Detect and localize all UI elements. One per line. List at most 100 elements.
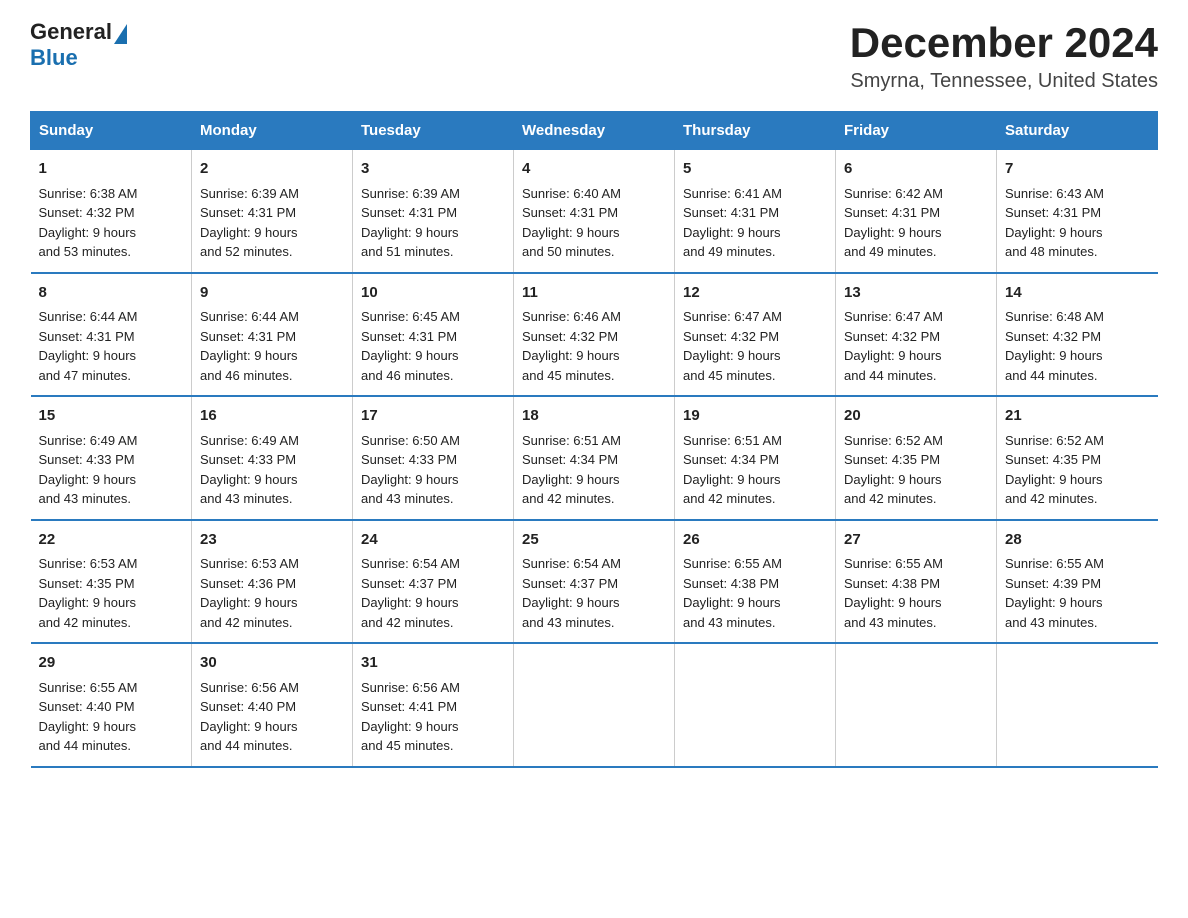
calendar-cell: 3Sunrise: 6:39 AMSunset: 4:31 PMDaylight… (353, 150, 514, 273)
day-info: Sunrise: 6:39 AMSunset: 4:31 PMDaylight:… (200, 186, 299, 260)
day-number: 21 (1005, 405, 1150, 428)
day-info: Sunrise: 6:52 AMSunset: 4:35 PMDaylight:… (844, 433, 943, 507)
day-info: Sunrise: 6:43 AMSunset: 4:31 PMDaylight:… (1005, 186, 1104, 260)
day-info: Sunrise: 6:51 AMSunset: 4:34 PMDaylight:… (683, 433, 782, 507)
day-info: Sunrise: 6:42 AMSunset: 4:31 PMDaylight:… (844, 186, 943, 260)
calendar-cell: 24Sunrise: 6:54 AMSunset: 4:37 PMDayligh… (353, 520, 514, 644)
calendar-cell: 12 Sunrise: 6:47 AMSunset: 4:32 PMDayligh… (675, 273, 836, 397)
day-number: 11 (522, 282, 666, 305)
calendar-cell: 25 Sunrise: 6:54 AMSunset: 4:37 PMDayligh… (514, 520, 675, 644)
day-number: 31 (361, 652, 505, 675)
calendar-cell: 13 Sunrise: 6:47 AMSunset: 4:32 PMDayligh… (836, 273, 997, 397)
day-info: Sunrise: 6:46 AMSunset: 4:32 PMDaylight:… (522, 309, 621, 383)
day-info: Sunrise: 6:55 AMSunset: 4:38 PMDaylight:… (844, 556, 943, 630)
calendar-week-row: 8 Sunrise: 6:44 AMSunset: 4:31 PMDaylight… (31, 273, 1158, 397)
calendar-cell: 8 Sunrise: 6:44 AMSunset: 4:31 PMDaylight… (31, 273, 192, 397)
day-info: Sunrise: 6:55 AMSunset: 4:39 PMDaylight:… (1005, 556, 1104, 630)
day-info: Sunrise: 6:53 AMSunset: 4:35 PMDaylight:… (39, 556, 138, 630)
day-info: Sunrise: 6:45 AMSunset: 4:31 PMDaylight:… (361, 309, 460, 383)
day-number: 25 (522, 529, 666, 552)
day-info: Sunrise: 6:39 AMSunset: 4:31 PMDaylight:… (361, 186, 460, 260)
day-info: Sunrise: 6:55 AMSunset: 4:40 PMDaylight:… (39, 680, 138, 754)
calendar-cell: 11 Sunrise: 6:46 AMSunset: 4:32 PMDayligh… (514, 273, 675, 397)
day-info: Sunrise: 6:49 AMSunset: 4:33 PMDaylight:… (39, 433, 138, 507)
day-info: Sunrise: 6:38 AMSunset: 4:32 PMDaylight:… (39, 186, 138, 260)
calendar-cell: 21Sunrise: 6:52 AMSunset: 4:35 PMDayligh… (997, 396, 1158, 520)
calendar-table: SundayMondayTuesdayWednesdayThursdayFrid… (30, 111, 1158, 768)
day-number: 23 (200, 529, 344, 552)
day-number: 29 (39, 652, 184, 675)
day-info: Sunrise: 6:40 AMSunset: 4:31 PMDaylight:… (522, 186, 621, 260)
calendar-cell: 28 Sunrise: 6:55 AMSunset: 4:39 PMDayligh… (997, 520, 1158, 644)
calendar-cell: 15 Sunrise: 6:49 AMSunset: 4:33 PMDayligh… (31, 396, 192, 520)
calendar-cell: 16 Sunrise: 6:49 AMSunset: 4:33 PMDayligh… (192, 396, 353, 520)
day-info: Sunrise: 6:44 AMSunset: 4:31 PMDaylight:… (39, 309, 138, 383)
calendar-week-row: 1 Sunrise: 6:38 AMSunset: 4:32 PMDaylight… (31, 150, 1158, 273)
day-number: 4 (522, 158, 666, 181)
day-info: Sunrise: 6:41 AMSunset: 4:31 PMDaylight:… (683, 186, 782, 260)
weekday-header-row: SundayMondayTuesdayWednesdayThursdayFrid… (31, 112, 1158, 150)
calendar-cell (514, 643, 675, 767)
day-info: Sunrise: 6:54 AMSunset: 4:37 PMDaylight:… (522, 556, 621, 630)
day-number: 9 (200, 282, 344, 305)
day-info: Sunrise: 6:56 AMSunset: 4:41 PMDaylight:… (361, 680, 460, 754)
day-number: 28 (1005, 529, 1150, 552)
day-number: 15 (39, 405, 184, 428)
calendar-cell: 5 Sunrise: 6:41 AMSunset: 4:31 PMDaylight… (675, 150, 836, 273)
logo: General Blue (30, 20, 127, 70)
calendar-cell (997, 643, 1158, 767)
calendar-cell: 7 Sunrise: 6:43 AMSunset: 4:31 PMDaylight… (997, 150, 1158, 273)
calendar-week-row: 29 Sunrise: 6:55 AMSunset: 4:40 PMDayligh… (31, 643, 1158, 767)
calendar-cell: 10 Sunrise: 6:45 AMSunset: 4:31 PMDayligh… (353, 273, 514, 397)
calendar-cell: 30 Sunrise: 6:56 AMSunset: 4:40 PMDayligh… (192, 643, 353, 767)
calendar-cell: 26 Sunrise: 6:55 AMSunset: 4:38 PMDayligh… (675, 520, 836, 644)
weekday-header-thursday: Thursday (675, 112, 836, 150)
day-number: 10 (361, 282, 505, 305)
calendar-cell: 29 Sunrise: 6:55 AMSunset: 4:40 PMDayligh… (31, 643, 192, 767)
day-info: Sunrise: 6:47 AMSunset: 4:32 PMDaylight:… (844, 309, 943, 383)
day-info: Sunrise: 6:50 AMSunset: 4:33 PMDaylight:… (361, 433, 460, 507)
calendar-cell: 18 Sunrise: 6:51 AMSunset: 4:34 PMDayligh… (514, 396, 675, 520)
day-number: 26 (683, 529, 827, 552)
location-subtitle: Smyrna, Tennessee, United States (850, 70, 1158, 93)
weekday-header-monday: Monday (192, 112, 353, 150)
day-info: Sunrise: 6:55 AMSunset: 4:38 PMDaylight:… (683, 556, 782, 630)
calendar-cell: 14Sunrise: 6:48 AMSunset: 4:32 PMDayligh… (997, 273, 1158, 397)
weekday-header-saturday: Saturday (997, 112, 1158, 150)
day-info: Sunrise: 6:49 AMSunset: 4:33 PMDaylight:… (200, 433, 299, 507)
day-info: Sunrise: 6:56 AMSunset: 4:40 PMDaylight:… (200, 680, 299, 754)
calendar-cell: 23Sunrise: 6:53 AMSunset: 4:36 PMDayligh… (192, 520, 353, 644)
calendar-cell: 27 Sunrise: 6:55 AMSunset: 4:38 PMDayligh… (836, 520, 997, 644)
weekday-header-tuesday: Tuesday (353, 112, 514, 150)
logo-blue: Blue (30, 45, 78, 70)
day-number: 8 (39, 282, 184, 305)
day-number: 18 (522, 405, 666, 428)
day-number: 5 (683, 158, 827, 181)
day-number: 27 (844, 529, 988, 552)
day-number: 19 (683, 405, 827, 428)
calendar-week-row: 15 Sunrise: 6:49 AMSunset: 4:33 PMDayligh… (31, 396, 1158, 520)
calendar-cell: 2 Sunrise: 6:39 AMSunset: 4:31 PMDaylight… (192, 150, 353, 273)
day-number: 22 (39, 529, 184, 552)
calendar-cell: 22 Sunrise: 6:53 AMSunset: 4:35 PMDayligh… (31, 520, 192, 644)
day-number: 7 (1005, 158, 1150, 181)
page-header: General Blue December 2024 Smyrna, Tenne… (30, 20, 1158, 93)
calendar-cell: 6 Sunrise: 6:42 AMSunset: 4:31 PMDaylight… (836, 150, 997, 273)
day-number: 6 (844, 158, 988, 181)
day-number: 2 (200, 158, 344, 181)
calendar-cell: 19 Sunrise: 6:51 AMSunset: 4:34 PMDayligh… (675, 396, 836, 520)
day-info: Sunrise: 6:51 AMSunset: 4:34 PMDaylight:… (522, 433, 621, 507)
calendar-cell: 17Sunrise: 6:50 AMSunset: 4:33 PMDayligh… (353, 396, 514, 520)
calendar-cell: 4 Sunrise: 6:40 AMSunset: 4:31 PMDaylight… (514, 150, 675, 273)
logo-general: General (30, 19, 112, 44)
day-info: Sunrise: 6:47 AMSunset: 4:32 PMDaylight:… (683, 309, 782, 383)
logo-triangle-icon (114, 24, 127, 44)
day-number: 30 (200, 652, 344, 675)
day-number: 20 (844, 405, 988, 428)
day-number: 12 (683, 282, 827, 305)
day-number: 24 (361, 529, 505, 552)
calendar-cell: 20 Sunrise: 6:52 AMSunset: 4:35 PMDayligh… (836, 396, 997, 520)
day-number: 1 (39, 158, 184, 181)
day-number: 16 (200, 405, 344, 428)
day-number: 13 (844, 282, 988, 305)
